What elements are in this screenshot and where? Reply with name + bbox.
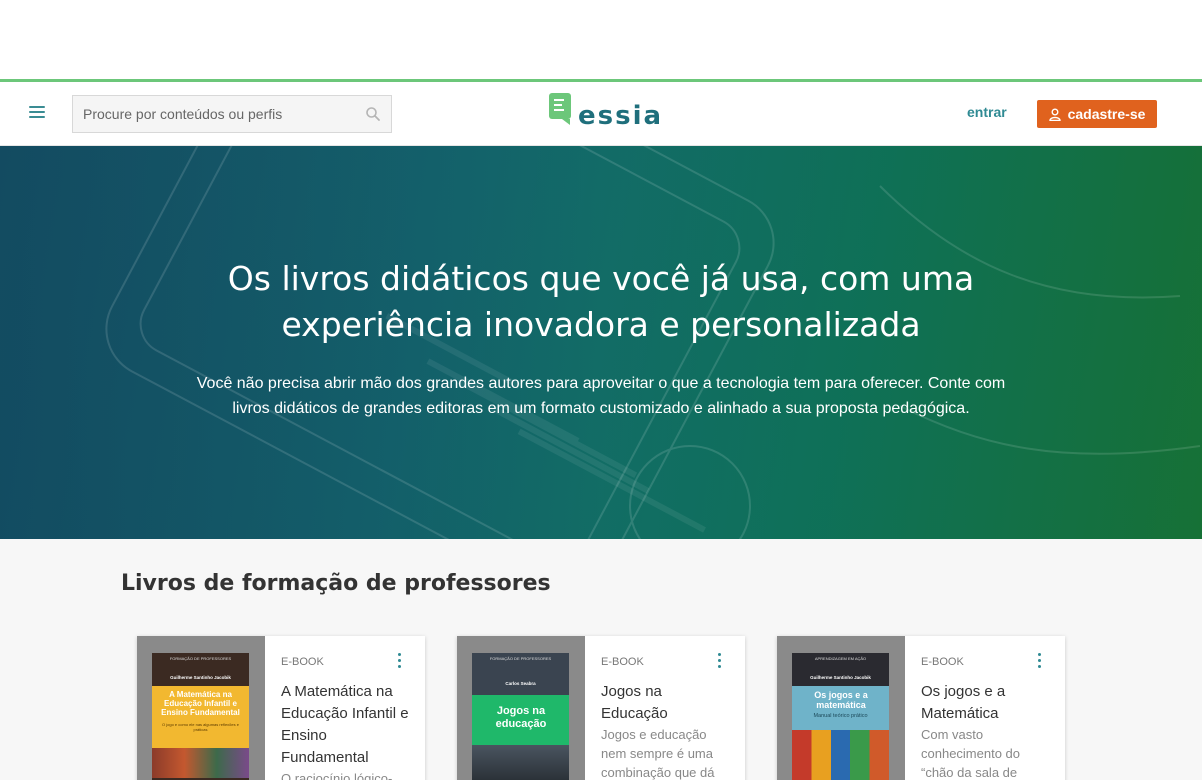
book-title[interactable]: A Matemática na Educação Infantil e Ensi… xyxy=(281,681,411,769)
book-description: Jogos e educação nem sempre é uma combin… xyxy=(601,727,715,780)
logo-text: essia xyxy=(578,101,664,131)
signup-label: cadastre-se xyxy=(1067,106,1146,122)
cover-title-band: Jogos na educação xyxy=(472,695,569,745)
cover-photo xyxy=(472,745,569,780)
book-title[interactable]: Jogos na Educação xyxy=(601,681,731,725)
cover-title: Jogos na educação xyxy=(495,705,547,730)
book-title[interactable]: Os jogos e a Matemática xyxy=(921,681,1051,725)
book-type-label: E-BOOK xyxy=(281,656,324,668)
book-cover: FORMAÇÃO DE PROFESSORES Guilherme Santin… xyxy=(152,653,249,780)
book-card-body: E-BOOK Jogos na Educação Jogos e educaçã… xyxy=(601,636,737,780)
logo-icon xyxy=(549,93,571,125)
cover-title: A Matemática na Educação Infantil e Ensi… xyxy=(161,690,240,717)
book-card-body: E-BOOK Os jogos e a Matemática Com vasto… xyxy=(921,636,1057,780)
navbar: essia entrar cadastre-se xyxy=(0,82,1202,146)
book-cover-area: FORMAÇÃO DE PROFESSORES Carlos Seabra Jo… xyxy=(457,636,585,780)
user-icon xyxy=(1048,108,1061,121)
book-description: O raciocínio lógico- xyxy=(281,771,393,780)
cover-series: FORMAÇÃO DE PROFESSORES xyxy=(489,656,552,661)
search-input[interactable] xyxy=(73,96,353,132)
cover-title-band: A Matemática na Educação Infantil e Ensi… xyxy=(152,686,249,748)
more-options-icon[interactable] xyxy=(715,653,723,671)
top-blank-area xyxy=(0,0,1202,79)
cover-title: Os jogos e a matemática xyxy=(814,690,868,710)
signup-button[interactable]: cadastre-se xyxy=(1037,100,1157,128)
book-cover-area: FORMAÇÃO DE PROFESSORES Guilherme Santin… xyxy=(137,636,265,780)
hero-banner: Os livros didáticos que você já usa, com… xyxy=(0,146,1202,539)
book-type-label: E-BOOK xyxy=(601,656,644,668)
hero-title: Os livros didáticos que você já usa, com… xyxy=(227,259,975,344)
book-cover: FORMAÇÃO DE PROFESSORES Carlos Seabra Jo… xyxy=(472,653,569,780)
book-card[interactable]: FORMAÇÃO DE PROFESSORES Carlos Seabra Jo… xyxy=(457,636,745,780)
book-card-body: E-BOOK A Matemática na Educação Infantil… xyxy=(281,636,417,780)
book-card[interactable]: APRENDIZAGEM EM AÇÃO Guilherme Santinho … xyxy=(777,636,1065,780)
cover-series: FORMAÇÃO DE PROFESSORES xyxy=(169,656,232,661)
book-description: Com vasto conhecimento do “chão da sala … xyxy=(921,727,1021,780)
book-type-label: E-BOOK xyxy=(921,656,964,668)
more-options-icon[interactable] xyxy=(395,653,403,671)
book-cover-area: APRENDIZAGEM EM AÇÃO Guilherme Santinho … xyxy=(777,636,905,780)
teacher-books-section: Livros de formação de professores FORMAÇ… xyxy=(0,539,1202,780)
cover-author: Guilherme Santinho Jacobik xyxy=(810,675,871,680)
cover-photo xyxy=(792,730,889,780)
cover-photo xyxy=(152,748,249,778)
cover-author: Carlos Seabra xyxy=(505,681,536,686)
more-options-icon[interactable] xyxy=(1035,653,1043,671)
cover-series: APRENDIZAGEM EM AÇÃO xyxy=(814,656,867,661)
cover-subtitle: Manual teórico prático xyxy=(813,713,868,719)
menu-icon[interactable] xyxy=(29,106,45,120)
essia-logo[interactable]: essia xyxy=(548,92,661,136)
section-title: Livros de formação de professores xyxy=(121,571,551,596)
search-box xyxy=(72,95,392,133)
cover-author: Guilherme Santinho Jacobik xyxy=(170,675,231,680)
book-cover: APRENDIZAGEM EM AÇÃO Guilherme Santinho … xyxy=(792,653,889,780)
search-icon[interactable] xyxy=(365,106,381,122)
cover-subtitle: O jogo e como ele nas algumas reflexões … xyxy=(162,722,239,732)
book-card[interactable]: FORMAÇÃO DE PROFESSORES Guilherme Santin… xyxy=(137,636,425,780)
login-link[interactable]: entrar xyxy=(967,104,1007,120)
hero-subtitle: Você não precisa abrir mão dos grandes a… xyxy=(196,375,1006,417)
cover-title-band: Os jogos e a matemática Manual teórico p… xyxy=(792,686,889,730)
